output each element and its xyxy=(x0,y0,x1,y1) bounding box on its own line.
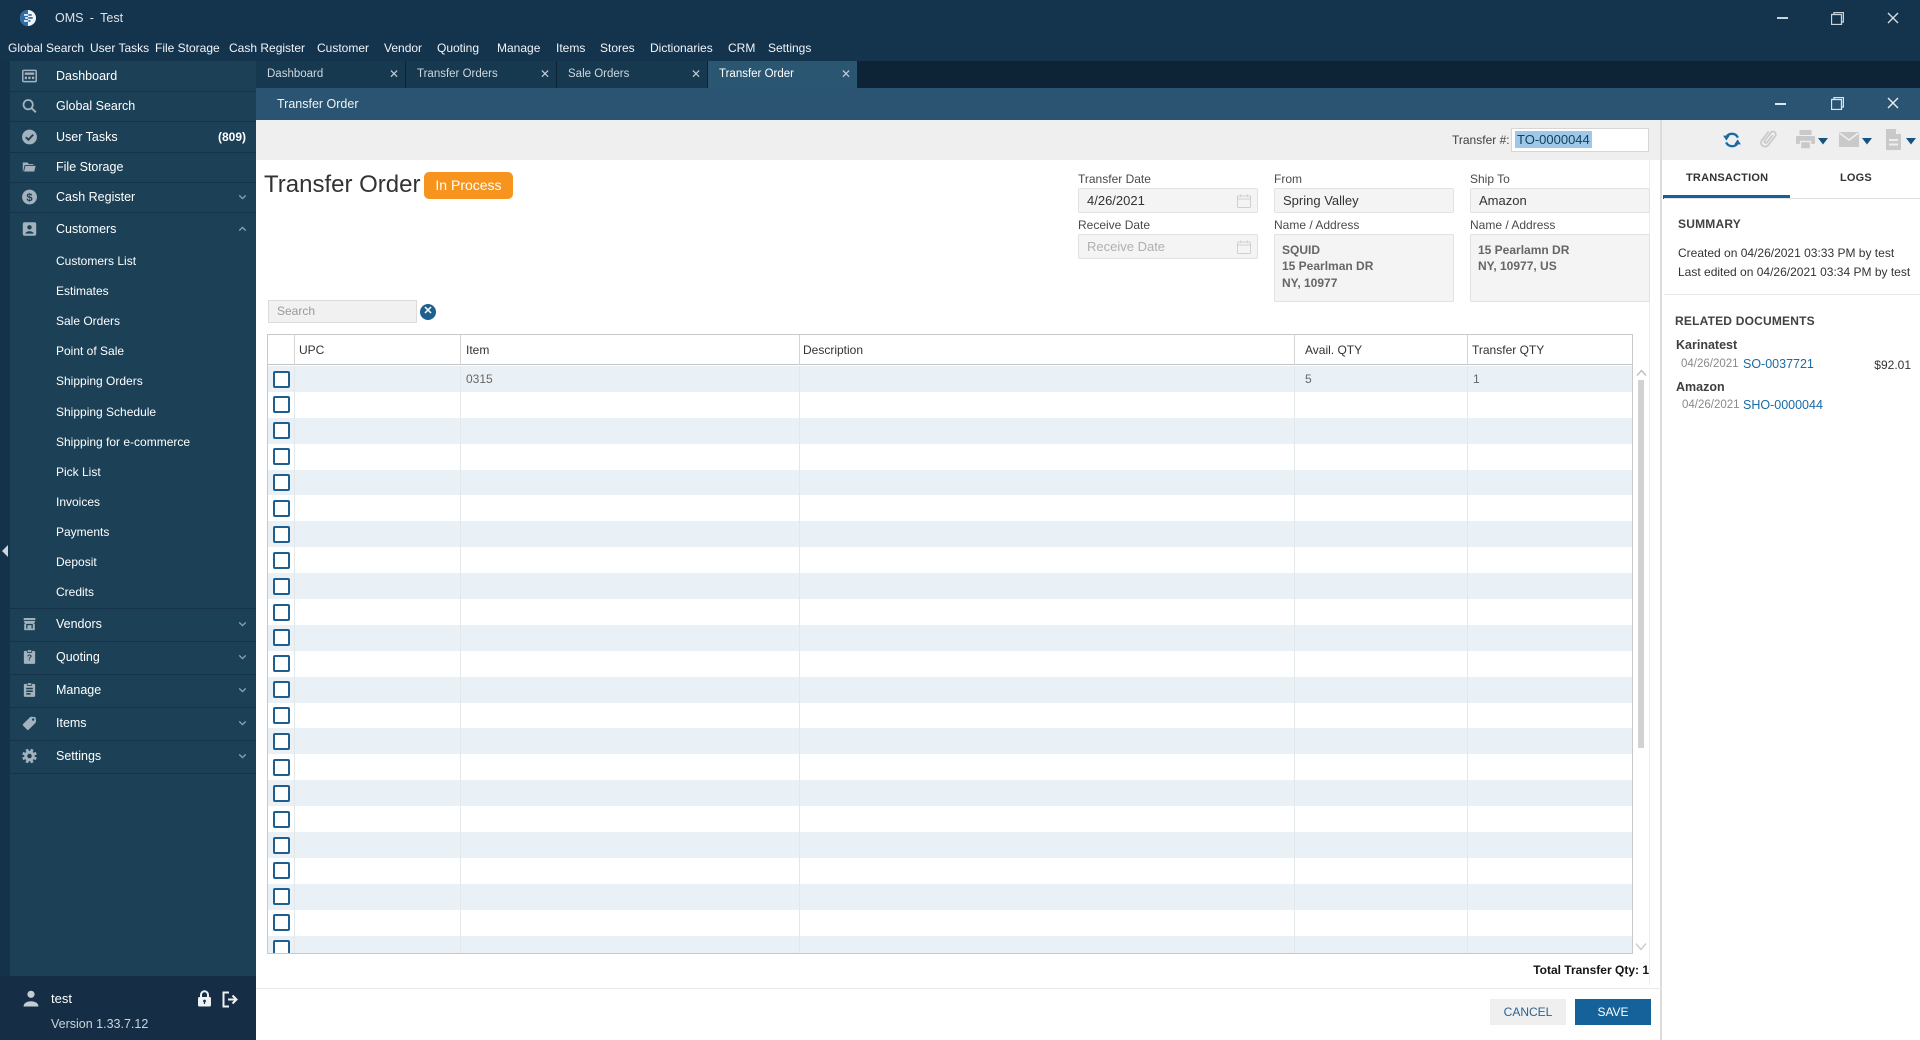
svg-text:$: $ xyxy=(26,192,33,204)
svg-text:?: ? xyxy=(27,653,32,663)
